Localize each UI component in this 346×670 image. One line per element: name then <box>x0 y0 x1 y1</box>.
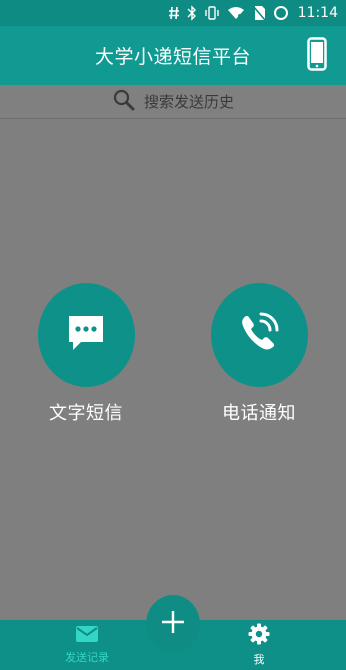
envelope-icon <box>75 625 99 647</box>
tab-me-label: 我 <box>253 653 265 666</box>
no-sim-icon <box>252 4 266 22</box>
add-button[interactable] <box>146 595 200 653</box>
bluetooth-icon <box>187 4 197 22</box>
status-bar: 11:14 <box>0 0 346 26</box>
search-bar[interactable]: 搜索发送历史 <box>0 85 346 119</box>
tab-send-records[interactable]: 发送记录 <box>42 620 132 670</box>
tab-send-records-label: 发送记录 <box>65 651 109 664</box>
tab-me[interactable]: 我 <box>214 620 304 670</box>
clock: 11:14 <box>297 5 338 21</box>
hash-icon <box>168 4 180 22</box>
battery-icon <box>273 4 289 22</box>
page-title: 大学小递短信平台 <box>94 46 251 68</box>
text-sms-label: 文字短信 <box>49 403 123 424</box>
phone-notice-button[interactable] <box>210 283 308 387</box>
device-button[interactable] <box>304 37 330 75</box>
phone-notice-label: 电话通知 <box>222 403 296 424</box>
phone-ringing-icon <box>237 311 281 359</box>
app-bar: 大学小递短信平台 <box>0 26 346 85</box>
wifi-icon <box>227 4 245 22</box>
text-sms-action[interactable]: 文字短信 <box>21 283 151 425</box>
search-input[interactable]: 搜索发送历史 <box>144 91 234 112</box>
chat-bubble-icon <box>65 312 107 358</box>
text-sms-button[interactable] <box>37 283 135 387</box>
plus-icon <box>161 610 185 638</box>
phone-notice-action[interactable]: 电话通知 <box>194 283 324 425</box>
vibrate-icon <box>204 4 220 22</box>
smartphone-icon <box>307 37 327 75</box>
gear-icon <box>248 623 270 649</box>
search-icon <box>112 88 136 116</box>
